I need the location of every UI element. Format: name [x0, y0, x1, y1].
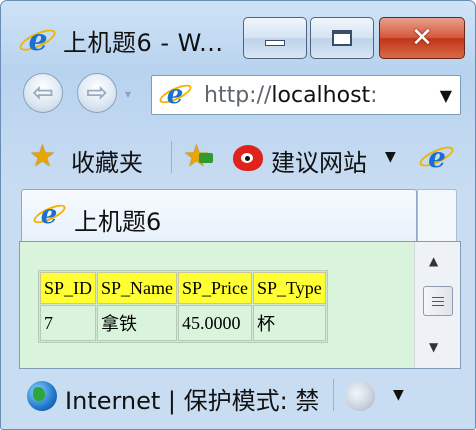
vertical-scrollbar[interactable]: ▲ ▼ — [414, 242, 460, 368]
column-header: SP_Price — [178, 272, 253, 304]
add-arrow-icon — [199, 153, 213, 163]
table-header-row: SP_ID SP_Name SP_Price SP_Type — [40, 272, 326, 304]
forward-button[interactable]: ⇨ — [77, 73, 117, 113]
toolbar-divider — [171, 141, 172, 173]
window-title: 上机题6 - W... — [63, 29, 224, 57]
new-tab-button[interactable] — [417, 189, 457, 241]
data-table: SP_ID SP_Name SP_Price SP_Type 7 拿铁 45.0… — [38, 270, 328, 343]
address-dropdown-button[interactable]: ▼ — [440, 86, 452, 105]
page-icon: e — [156, 80, 194, 110]
tab-label: 上机题6 — [74, 208, 162, 236]
suggested-sites-button[interactable]: 建议网站 — [271, 143, 367, 178]
close-icon: ✕ — [411, 23, 433, 53]
scrollbar-thumb[interactable] — [423, 286, 453, 316]
web-slice-gallery-icon[interactable]: e — [417, 141, 457, 174]
tab-active[interactable]: e 上机题6 — [21, 189, 417, 241]
table-cell: 7 — [40, 305, 97, 341]
ie-logo-icon: e — [17, 23, 59, 58]
tab-bar: e 上机题6 — [1, 185, 475, 241]
maximize-icon — [332, 30, 352, 46]
favorites-bar: ★ 收藏夹 ★ 建议网站 ▼ e — [1, 131, 475, 183]
column-header: SP_Name — [97, 272, 178, 304]
title-bar[interactable]: e 上机题6 - W... ✕ — [1, 1, 475, 63]
table-cell: 杯 — [253, 305, 326, 341]
zoom-icon[interactable] — [345, 381, 375, 411]
security-zone-text[interactable]: Internet | 保护模式: 禁 — [65, 381, 335, 416]
status-bar: Internet | 保护模式: 禁 ▼ — [1, 373, 475, 419]
forward-arrow-icon: ⇨ — [86, 78, 108, 108]
favorites-star-icon[interactable]: ★ — [29, 139, 56, 174]
weibo-icon[interactable] — [233, 145, 263, 171]
internet-globe-icon — [27, 381, 57, 411]
navigation-bar: ⇦ ⇨ ▾ e http://localhost: ▼ — [1, 67, 475, 123]
back-arrow-icon: ⇦ — [32, 78, 54, 108]
column-header: SP_ID — [40, 272, 97, 304]
recent-pages-dropdown[interactable]: ▾ — [125, 87, 131, 101]
table-cell: 拿铁 — [97, 305, 178, 341]
maximize-button[interactable] — [310, 17, 374, 59]
scroll-up-arrow-icon[interactable]: ▲ — [429, 254, 438, 268]
suggested-sites-dropdown[interactable]: ▼ — [385, 149, 396, 165]
close-button[interactable]: ✕ — [379, 17, 465, 59]
column-header: SP_Type — [253, 272, 326, 304]
favorites-button[interactable]: 收藏夹 — [71, 143, 143, 178]
tab-page-icon: e — [30, 200, 68, 230]
page-viewport: SP_ID SP_Name SP_Price SP_Type 7 拿铁 45.0… — [19, 241, 461, 369]
browser-window: e 上机题6 - W... ✕ ⇦ ⇨ ▾ e http://localhost… — [0, 0, 476, 430]
address-input[interactable]: http://localhost: — [204, 83, 426, 108]
minimize-button[interactable] — [243, 17, 307, 59]
table-row: 7 拿铁 45.0000 杯 — [40, 305, 326, 341]
table-cell: 45.0000 — [178, 305, 253, 341]
status-divider — [333, 379, 334, 411]
address-bar[interactable]: e http://localhost: ▼ — [151, 75, 461, 115]
scroll-down-arrow-icon[interactable]: ▼ — [429, 340, 438, 354]
back-button[interactable]: ⇦ — [23, 73, 63, 113]
zoom-dropdown[interactable]: ▼ — [393, 387, 404, 403]
page-content: SP_ID SP_Name SP_Price SP_Type 7 拿铁 45.0… — [20, 242, 414, 368]
minimize-icon — [265, 40, 285, 46]
